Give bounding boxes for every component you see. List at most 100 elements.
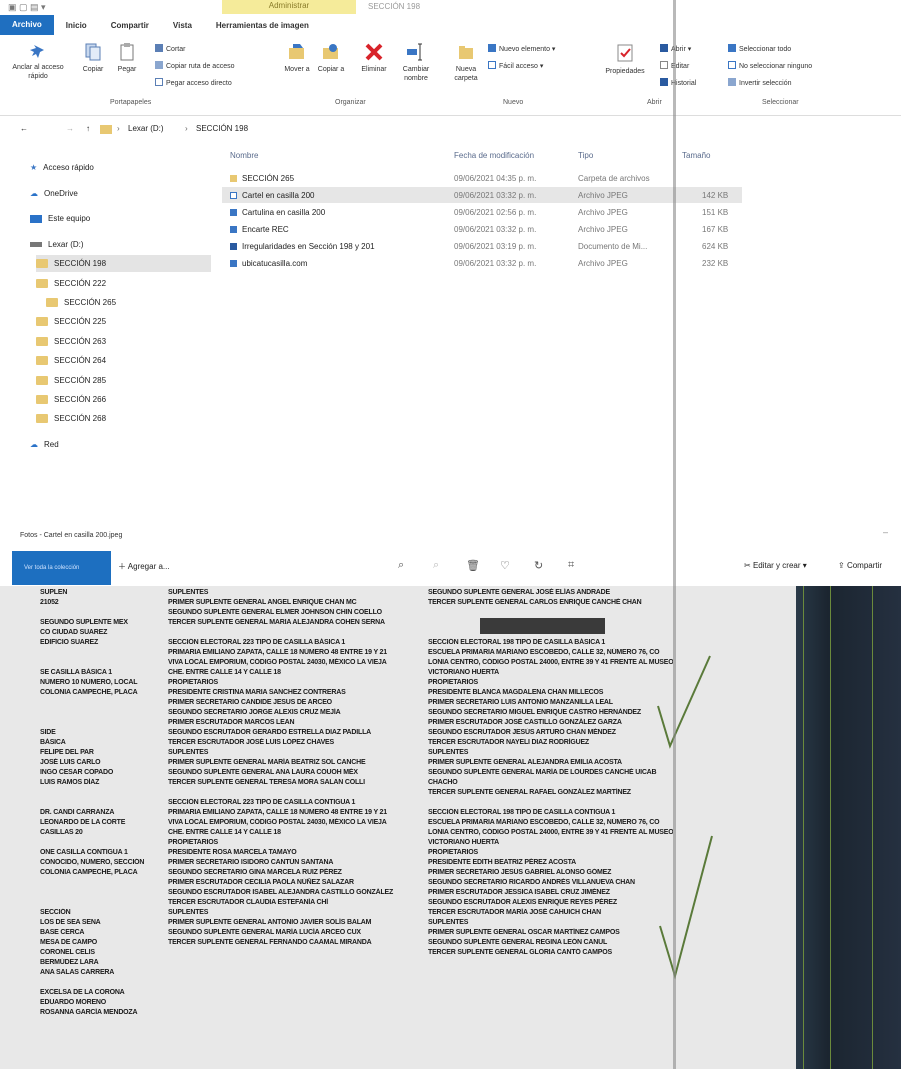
move-to-button[interactable]: Mover a <box>282 42 312 74</box>
pin-quick-access-button[interactable]: Anclar al acceso rápido <box>8 42 68 81</box>
document-line: BERMÚDEZ LARA <box>40 959 99 966</box>
edit-create-button[interactable]: ✂ Editar y crear ▾ <box>744 561 807 570</box>
file-size: 624 KB <box>702 241 729 251</box>
document-line: EXCELSA DE LA CORONA <box>40 989 125 996</box>
breadcrumb-drive[interactable]: Lexar (D:) <box>128 124 164 133</box>
nav-folder[interactable]: SECCIÓN 268 <box>36 414 106 423</box>
share-button[interactable]: ⇪ Compartir <box>838 561 882 570</box>
document-line: VICTORIANO HUERTA <box>428 839 500 846</box>
nav-network[interactable]: ☁ Red <box>30 440 59 449</box>
file-row[interactable]: ubicatucasilla.com 09/06/2021 03:32 p. m… <box>222 255 742 271</box>
nav-folder-label: SECCIÓN 263 <box>54 337 107 346</box>
back-arrow-icon[interactable]: ← <box>20 124 28 133</box>
file-row[interactable]: Cartulina en casilla 200 09/06/2021 02:5… <box>222 204 742 220</box>
checkbox-icon[interactable] <box>230 191 237 199</box>
rename-button[interactable]: Cambiar nombre <box>396 42 436 83</box>
document-line: SEGUNDO SUPLENTE GENERAL ANA LAURA COUOH… <box>168 769 358 776</box>
column-header-date[interactable]: Fecha de modificación <box>454 151 534 160</box>
document-line: PRESIDENTE BLANCA MAGDALENA CHAN MILLECO… <box>428 689 604 696</box>
tab-herramientas[interactable]: Herramientas de imagen <box>204 21 321 30</box>
document-line: CORONEL CELIS <box>40 949 95 956</box>
select-none-button[interactable]: No seleccionar ninguno <box>728 61 812 70</box>
forward-arrow-icon[interactable]: → <box>66 124 74 133</box>
easy-access-button[interactable]: Fácil acceso ▾ <box>488 61 543 70</box>
zoom-in-icon[interactable]: ⌕ <box>398 559 404 572</box>
view-collection-button[interactable]: Ver toda la colección <box>12 551 111 585</box>
nav-label: Lexar (D:) <box>48 240 84 249</box>
group-select: Seleccionar <box>762 99 799 106</box>
nav-folder[interactable]: SECCIÓN 265 <box>46 298 116 307</box>
trash-icon[interactable]: 🗑 <box>466 559 480 572</box>
file-row[interactable]: Encarte REC 09/06/2021 03:32 p. m. Archi… <box>222 221 742 237</box>
select-all-button[interactable]: Seleccionar todo <box>728 44 791 53</box>
document-line: SEGUNDO ESCRUTADOR ISABEL ALEJANDRA CAST… <box>168 889 394 896</box>
column-header-type[interactable]: Tipo <box>578 151 593 160</box>
file-row[interactable]: SECCIÓN 265 09/06/2021 04:35 p. m. Carpe… <box>222 170 742 186</box>
nav-folder[interactable]: SECCIÓN 198 <box>36 255 211 272</box>
tab-compartir[interactable]: Compartir <box>99 21 161 30</box>
nav-drive[interactable]: Lexar (D:) <box>30 240 84 249</box>
nav-folder[interactable]: SECCIÓN 263 <box>36 337 106 346</box>
column-header-size[interactable]: Tamaño <box>682 151 710 160</box>
zoom-out-icon[interactable]: ⌕ <box>433 559 439 572</box>
scissors-icon <box>155 44 163 52</box>
document-line: SUPLEN <box>40 589 68 596</box>
paste-shortcut-button[interactable]: Pegar acceso directo <box>155 78 232 87</box>
nav-folder[interactable]: SECCIÓN 285 <box>36 376 106 385</box>
quick-access-toolbar[interactable]: ▣ ▢ ▤ ▾ <box>8 2 46 13</box>
add-to-button[interactable]: ＋ Agregar a... <box>118 561 170 572</box>
column-header-name[interactable]: Nombre <box>230 151 258 160</box>
document-line: SUPLENTES <box>428 919 469 926</box>
file-size: 142 KB <box>702 190 729 200</box>
history-button[interactable]: Historial <box>660 78 696 87</box>
delete-icon <box>365 43 383 61</box>
document-line: SEGUNDO ESCRUTADOR JESÚS ARTURO CHAN MÉN… <box>428 729 616 736</box>
document-line: PRIMER SUPLENTE GENERAL ANGEL ENRIQUE CH… <box>168 599 357 606</box>
invert-selection-button[interactable]: Invertir selección <box>728 78 792 87</box>
copy-path-button[interactable]: Copiar ruta de acceso <box>155 61 234 70</box>
document-line: PRIMER ESCRUTADOR JESSICA ISABEL CRUZ JI… <box>428 889 610 896</box>
copy-button[interactable]: Copiar <box>78 42 108 74</box>
nav-onedrive[interactable]: ☁ OneDrive <box>30 189 78 198</box>
tab-inicio[interactable]: Inicio <box>54 21 99 30</box>
file-name: SECCIÓN 265 <box>230 174 294 183</box>
nav-folder[interactable]: SECCIÓN 266 <box>36 395 106 404</box>
document-line: SEGUNDO ESCRUTADOR GERARDO ESTRELLA DIAZ… <box>168 729 371 736</box>
nav-folder[interactable]: SECCIÓN 225 <box>36 317 106 326</box>
title-bar <box>0 0 901 14</box>
document-line: CASILLAS 20 <box>40 829 83 836</box>
file-row[interactable]: Irregularidades en Sección 198 y 201 09/… <box>222 238 742 254</box>
heart-icon[interactable]: ♡ <box>500 559 510 572</box>
tab-vista[interactable]: Vista <box>161 21 204 30</box>
document-line: TERCER SUPLENTE GENERAL MARIA ALEJANDRA … <box>168 619 385 626</box>
document-line: SEGUNDO SUPLENTE GENERAL REGINA LEÓN CAN… <box>428 939 608 946</box>
cut-button[interactable]: Cortar <box>155 44 185 53</box>
photo-edge-line <box>803 586 804 1069</box>
nav-quick-access[interactable]: ★ Acceso rápido <box>30 163 94 172</box>
rotate-icon[interactable]: ↻ <box>534 559 543 572</box>
nav-folder[interactable]: SECCIÓN 222 <box>36 279 106 288</box>
nav-this-pc[interactable]: Este equipo <box>30 214 90 223</box>
new-item-button[interactable]: Nuevo elemento ▾ <box>488 44 555 53</box>
crop-icon[interactable]: ⌗ <box>568 559 574 572</box>
file-row[interactable]: Cartel en casilla 200 09/06/2021 03:32 p… <box>222 187 742 203</box>
copy-to-button[interactable]: Copiar a <box>316 42 346 74</box>
up-arrow-icon[interactable]: ↑ <box>86 124 90 133</box>
nav-folder[interactable]: SECCIÓN 264 <box>36 356 106 365</box>
document-line: ANA SALAS CARRERA <box>40 969 115 976</box>
delete-button[interactable]: Eliminar <box>356 42 392 74</box>
properties-button[interactable]: Propiedades <box>595 42 655 76</box>
edit-create-label: Editar y crear <box>752 561 801 570</box>
new-folder-button[interactable]: Nueva carpeta <box>448 42 484 83</box>
paste-button[interactable]: Pegar <box>112 42 142 74</box>
document-line: SEGUNDO SUPLENTE GENERAL ELMER JOHNSON C… <box>168 609 382 616</box>
rename-label: Cambiar nombre <box>402 66 430 82</box>
breadcrumb-folder[interactable]: SECCIÓN 198 <box>196 124 248 133</box>
document-line: JOSÉ LUIS CARLO <box>40 759 101 766</box>
file-size: 232 KB <box>702 258 729 268</box>
tab-archivo[interactable]: Archivo <box>0 15 54 35</box>
document-line: TERCER SUPLENTE GENERAL CARLOS ENRIQUE C… <box>428 599 642 606</box>
